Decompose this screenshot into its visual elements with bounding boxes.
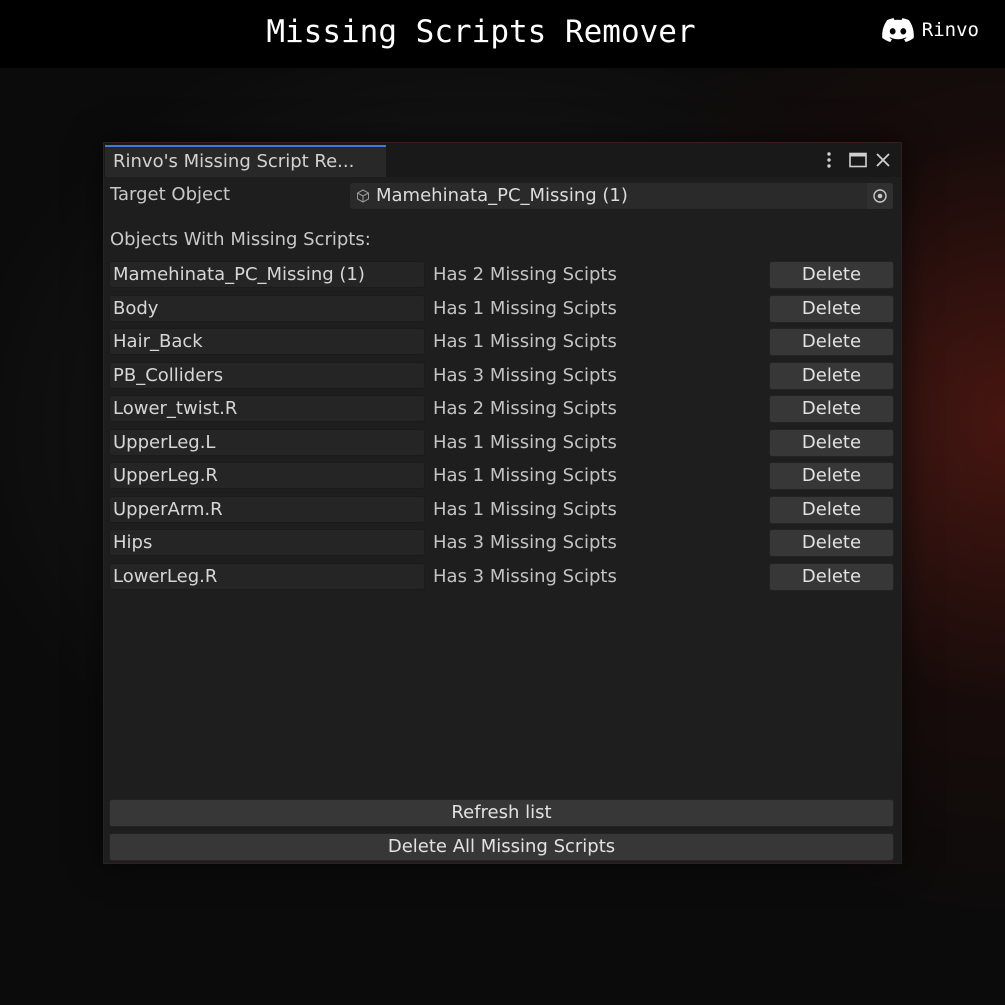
object-name-field[interactable]: Lower_twist.R: [109, 395, 425, 422]
missing-count-label: Has 2 Missing Scipts: [433, 398, 617, 419]
object-name-field[interactable]: Hair_Back: [109, 328, 425, 355]
object-name-field[interactable]: Mamehinata_PC_Missing (1): [109, 261, 425, 288]
missing-count-label: Has 2 Missing Scipts: [433, 264, 617, 285]
list-item: Hips Has 3 Missing Scipts Delete: [104, 528, 901, 558]
object-name-field[interactable]: Body: [109, 294, 425, 322]
target-object-value: Mamehinata_PC_Missing (1): [376, 185, 628, 206]
missing-count-label: Has 1 Missing Scipts: [433, 297, 617, 319]
object-name-field[interactable]: UpperLeg.L: [109, 428, 425, 456]
target-object-row: Target Object Mamehinata_PC_Missing (1): [104, 179, 901, 211]
cube-icon: [357, 189, 369, 203]
maximize-icon[interactable]: [847, 149, 869, 171]
missing-count-label: Has 1 Missing Scipts: [433, 431, 617, 453]
object-name-field[interactable]: LowerLeg.R: [109, 562, 425, 590]
object-name-field[interactable]: PB_Colliders: [109, 361, 425, 389]
object-name-field[interactable]: UpperLeg.R: [109, 462, 425, 489]
missing-count-label: Has 3 Missing Scipts: [433, 565, 617, 587]
delete-button[interactable]: Delete: [769, 495, 894, 524]
list-item: Body Has 1 Missing Scipts Delete: [104, 294, 901, 324]
delete-all-button[interactable]: Delete All Missing Scripts: [109, 833, 894, 861]
missing-count-label: Has 3 Missing Scipts: [433, 364, 617, 386]
object-name-field[interactable]: Hips: [109, 529, 425, 556]
missing-count-label: Has 3 Missing Scipts: [433, 532, 617, 553]
list-item: LowerLeg.R Has 3 Missing Scipts Delete: [104, 562, 901, 592]
more-vertical-icon[interactable]: [818, 149, 840, 171]
target-object-field[interactable]: Mamehinata_PC_Missing (1): [350, 183, 893, 209]
delete-button[interactable]: Delete: [769, 529, 894, 557]
delete-button[interactable]: Delete: [769, 562, 894, 591]
missing-scripts-section-label: Objects With Missing Scripts:: [110, 229, 371, 250]
delete-button[interactable]: Delete: [769, 395, 894, 423]
list-item: Mamehinata_PC_Missing (1) Has 2 Missing S…: [104, 260, 901, 290]
window-header: Rinvo's Missing Script Re...: [104, 143, 901, 177]
object-picker-icon[interactable]: [867, 183, 893, 209]
delete-button[interactable]: Delete: [769, 428, 894, 457]
list-item: Hair_Back Has 1 Missing Scipts Delete: [104, 327, 901, 357]
list-item: Lower_twist.R Has 2 Missing Scipts Delete: [104, 394, 901, 424]
delete-button[interactable]: Delete: [769, 361, 894, 390]
list-item: PB_Colliders Has 3 Missing Scipts Delete: [104, 361, 901, 391]
page: Missing Scripts Remover Rinvo Rinvo's Mi…: [0, 0, 1005, 1005]
delete-button[interactable]: Delete: [769, 328, 894, 356]
target-object-label: Target Object: [110, 184, 231, 205]
delete-button[interactable]: Delete: [769, 294, 894, 323]
delete-button[interactable]: Delete: [769, 462, 894, 490]
missing-count-label: Has 1 Missing Scipts: [433, 465, 617, 486]
brand-name: Rinvo: [921, 19, 979, 41]
refresh-list-button[interactable]: Refresh list: [109, 799, 894, 827]
discord-icon: [881, 18, 914, 42]
title-banner: Missing Scripts Remover Rinvo: [0, 0, 1005, 68]
list-item: UpperArm.R Has 1 Missing Scipts Delete: [104, 495, 901, 525]
missing-count-label: Has 1 Missing Scipts: [433, 331, 617, 352]
missing-count-label: Has 1 Missing Scipts: [433, 498, 617, 520]
object-name-field[interactable]: UpperArm.R: [109, 495, 425, 523]
list-item: UpperLeg.R Has 1 Missing Scipts Delete: [104, 461, 901, 491]
banner-title: Missing Scripts Remover: [266, 14, 696, 50]
window-tab[interactable]: Rinvo's Missing Script Re...: [105, 145, 386, 177]
delete-button[interactable]: Delete: [769, 261, 894, 289]
editor-window: Rinvo's Missing Script Re... Target Obje…: [103, 142, 902, 864]
close-icon[interactable]: [872, 149, 894, 171]
brand: Rinvo: [881, 18, 979, 42]
list-item: UpperLeg.L Has 1 Missing Scipts Delete: [104, 428, 901, 458]
